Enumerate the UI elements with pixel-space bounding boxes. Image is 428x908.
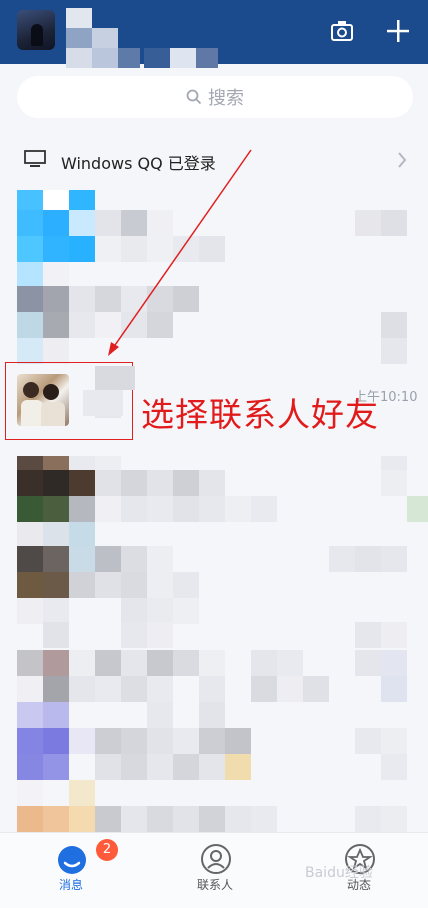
device-login-label: Windows QQ 已登录 [61,154,216,173]
my-avatar[interactable] [17,10,55,50]
message-tab-icon [58,846,86,874]
plus-icon[interactable] [385,18,411,44]
top-header [0,0,428,68]
search-placeholder: 搜索 [208,88,244,109]
watermark: Baidu经验 [305,865,373,881]
unread-badge: 2 [96,839,118,861]
search-bar[interactable]: 搜索 [17,76,413,118]
tab-contacts-label: 联系人 [196,878,233,892]
blurred-conversation-list [0,190,428,832]
chevron-right-icon [398,152,407,168]
tab-contacts[interactable]: 联系人 [160,833,270,908]
blurred-contact-name [83,366,135,420]
device-login-banner[interactable]: Windows QQ 已登录 [0,136,428,184]
annotation-text: 选择联系人好友 [141,395,379,434]
blurred-nickname [66,8,220,68]
tab-messages[interactable]: 2 消息 [16,833,126,908]
camera-icon[interactable] [329,18,355,44]
contact-avatar[interactable] [17,374,69,426]
computer-icon [24,150,46,167]
tab-messages-label: 消息 [58,878,83,892]
search-icon [186,89,202,105]
contacts-tab-icon [201,844,231,874]
